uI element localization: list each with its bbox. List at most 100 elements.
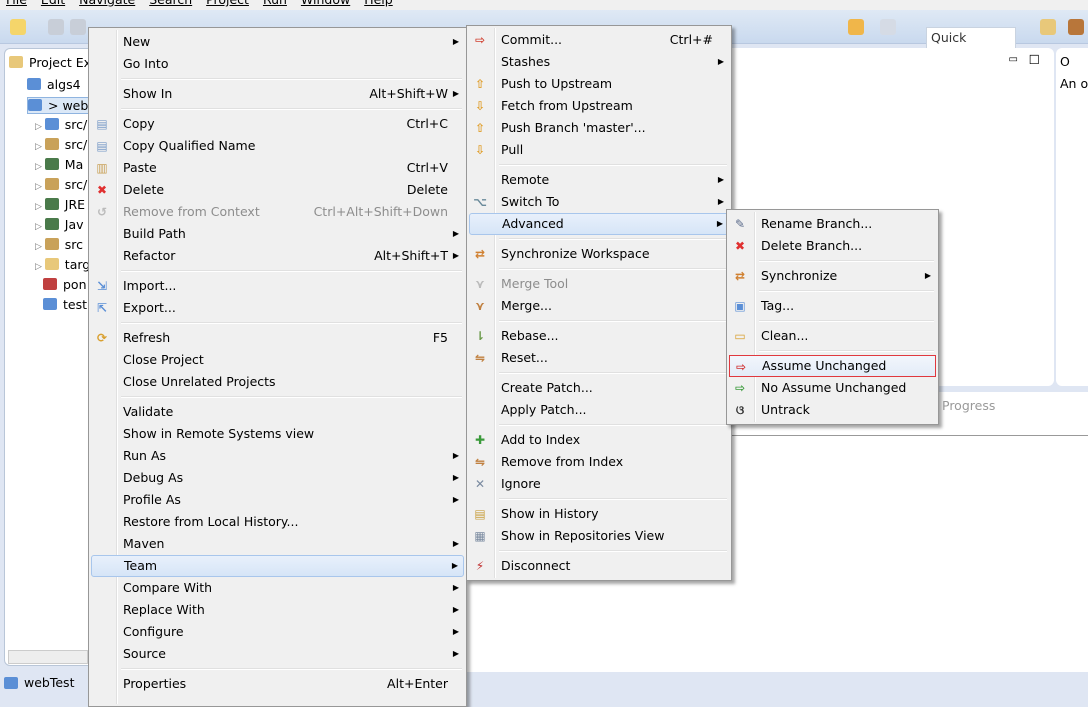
menu-item-delete-branch[interactable]: ✖ Delete Branch... [729,235,936,257]
menu-item-push-to-upstream[interactable]: ⇧ Push to Upstream [469,73,729,95]
menu-item-replace-with[interactable]: Replace With ▶ [91,599,464,621]
expand-icon[interactable]: ▷ [35,122,45,132]
menu-item-rename-branch[interactable]: ✎ Rename Branch... [729,213,936,235]
tree-item[interactable]: test [43,297,87,312]
tree-item[interactable]: ▷ src [35,237,83,252]
menu-file[interactable]: File [6,0,27,10]
menu-run[interactable]: Run [263,0,287,10]
menu-item-go-into[interactable]: Go Into [91,53,464,75]
tree-item[interactable]: ▷ src/ [35,117,87,132]
menu-item-merge[interactable]: ⋎ Merge... [469,295,729,317]
menu-item-synchronize-workspace[interactable]: ⇄ Synchronize Workspace [469,243,729,265]
menu-item-maven[interactable]: Maven ▶ [91,533,464,555]
menu-item-switch-to[interactable]: ⌥ Switch To ▶ [469,191,729,213]
menu-item-ignore[interactable]: ✕ Ignore [469,473,729,495]
tree-item[interactable]: ▷ targ [35,257,90,272]
menu-item-push-branch-master[interactable]: ⇧ Push Branch 'master'... [469,117,729,139]
menu-item-remote[interactable]: Remote ▶ [469,169,729,191]
tree-item[interactable]: pon [43,277,87,292]
menu-item-label: Switch To [501,194,560,209]
menu-item-compare-with[interactable]: Compare With ▶ [91,577,464,599]
expand-icon[interactable]: ▷ [35,202,45,212]
shortcut: Ctrl+V [406,160,448,175]
menu-item-paste[interactable]: ▥ Paste Ctrl+V [91,157,464,179]
tree-item[interactable]: > webT [27,97,97,114]
menu-item-import[interactable]: ⇲ Import... [91,275,464,297]
export-icon: ⇱ [96,301,108,315]
menu-item-show-in-repositories-view[interactable]: ▦ Show in Repositories View [469,525,729,547]
menu-item-refresh[interactable]: ⟳ Refresh F5 [91,327,464,349]
menu-item-untrack[interactable]: ଓ Untrack [729,399,936,421]
back-icon[interactable] [848,19,864,35]
menu-item-team[interactable]: Team ▶ [91,555,464,577]
tree-item[interactable]: ▷ src/ [35,177,87,192]
save-all-icon[interactable] [70,19,86,35]
menu-item-validate[interactable]: Validate [91,401,464,423]
tree-item[interactable]: ▷ JRE [35,197,85,212]
quick-access-input[interactable]: Quick Access [926,27,1016,60]
java-perspective-icon[interactable] [1068,19,1084,35]
menu-item-profile-as[interactable]: Profile As ▶ [91,489,464,511]
menu-item-refactor[interactable]: Refactor Alt+Shift+T ▶ [91,245,464,267]
menu-item-no-assume-unchanged[interactable]: ⇨ No Assume Unchanged [729,377,936,399]
menu-item-remove-from-index[interactable]: ⇋ Remove from Index [469,451,729,473]
menu-item-add-to-index[interactable]: ✚ Add to Index [469,429,729,451]
menu-item-copy-qualified-name[interactable]: ▤ Copy Qualified Name [91,135,464,157]
menu-item-configure[interactable]: Configure ▶ [91,621,464,643]
expand-icon[interactable]: ▷ [35,142,45,152]
menu-item-tag[interactable]: ▣ Tag... [729,295,936,317]
menu-item-rebase[interactable]: ⇂ Rebase... [469,325,729,347]
tree-item[interactable]: algs4 [27,77,81,92]
menu-item-source[interactable]: Source ▶ [91,643,464,665]
menu-item-run-as[interactable]: Run As ▶ [91,445,464,467]
menu-edit[interactable]: Edit [41,0,65,10]
menu-item-close-unrelated-projects[interactable]: Close Unrelated Projects [91,371,464,393]
menu-item-advanced[interactable]: Advanced ▶ [469,213,729,235]
tree-item[interactable]: ▷ Ma [35,157,83,172]
menu-item-apply-patch[interactable]: Apply Patch... [469,399,729,421]
menu-item-pull[interactable]: ⇩ Pull [469,139,729,161]
menu-navigate[interactable]: Navigate [79,0,135,10]
tree-item[interactable]: ▷ Jav [35,217,84,232]
menu-item-show-in-remote-systems-view[interactable]: Show in Remote Systems view [91,423,464,445]
menu-window[interactable]: Window [301,0,350,10]
menu-item-show-in-history[interactable]: ▤ Show in History [469,503,729,525]
progress-tab[interactable]: Progress [942,398,995,413]
expand-icon[interactable]: ▷ [35,242,45,252]
open-perspective-icon[interactable] [1040,19,1056,35]
menu-item-properties[interactable]: Properties Alt+Enter [91,673,464,695]
new-icon[interactable] [10,19,26,35]
expand-icon[interactable]: ▷ [35,162,45,172]
minimize-icon[interactable]: ▭ [1009,54,1018,65]
menu-item-close-project[interactable]: Close Project [91,349,464,371]
menu-item-export[interactable]: ⇱ Export... [91,297,464,319]
menu-help[interactable]: Help [364,0,393,10]
menu-item-assume-unchanged[interactable]: ⇨ Assume Unchanged [729,355,936,377]
expand-icon[interactable]: ▷ [35,262,45,272]
expand-icon[interactable]: ▷ [35,222,45,232]
forward-icon[interactable] [880,19,896,35]
menu-search[interactable]: Search [149,0,192,10]
menu-item-new[interactable]: New ▶ [91,31,464,53]
save-icon[interactable] [48,19,64,35]
menu-project[interactable]: Project [206,0,249,10]
menu-item-reset[interactable]: ⇋ Reset... [469,347,729,369]
tree-item[interactable]: ▷ src/ [35,137,87,152]
menu-item-fetch-from-upstream[interactable]: ⇩ Fetch from Upstream [469,95,729,117]
expand-icon[interactable]: ▷ [35,182,45,192]
maximize-icon[interactable]: ☐ [1029,52,1040,67]
menu-item-show-in[interactable]: Show In Alt+Shift+W ▶ [91,83,464,105]
menu-item-build-path[interactable]: Build Path ▶ [91,223,464,245]
menu-item-synchronize[interactable]: ⇄ Synchronize ▶ [729,265,936,287]
menu-item-restore-from-local-history[interactable]: Restore from Local History... [91,511,464,533]
menu-item-create-patch[interactable]: Create Patch... [469,377,729,399]
horizontal-scrollbar[interactable] [8,650,88,664]
menu-item-copy[interactable]: ▤ Copy Ctrl+C [91,113,464,135]
menu-item-stashes[interactable]: Stashes ▶ [469,51,729,73]
history-icon: ▤ [474,507,486,521]
menu-item-debug-as[interactable]: Debug As ▶ [91,467,464,489]
menu-item-clean[interactable]: ▭ Clean... [729,325,936,347]
menu-item-disconnect[interactable]: ⚡ Disconnect [469,555,729,577]
menu-item-commit[interactable]: ⇨ Commit... Ctrl+# [469,29,729,51]
menu-item-delete[interactable]: ✖ Delete Delete [91,179,464,201]
